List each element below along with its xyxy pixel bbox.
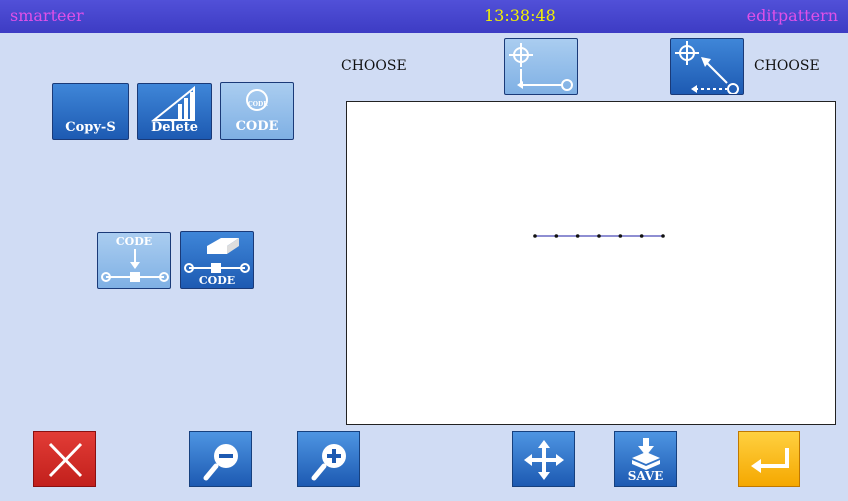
choose-start-icon — [509, 43, 573, 91]
stitch-point — [554, 234, 559, 238]
choose-right-label: CHOOSE — [754, 58, 820, 74]
pattern-drawing — [533, 234, 665, 238]
insert-code-button[interactable]: CODE — [97, 232, 171, 289]
stitch-point — [618, 234, 623, 238]
stitch-point — [533, 234, 537, 238]
enter-button[interactable] — [738, 431, 800, 487]
delete-label: Delete — [150, 120, 199, 135]
zoom-out-icon — [203, 444, 238, 481]
copy-s-label: Copy-S — [65, 120, 116, 135]
code-disc-text: CODE — [248, 101, 268, 108]
code-label: CODE — [235, 119, 279, 134]
zoom-in-button[interactable] — [297, 431, 360, 487]
copy-s-button[interactable]: Copy-S — [52, 83, 129, 140]
code-button[interactable]: CODE CODE — [220, 82, 294, 140]
stitch-point — [575, 234, 580, 238]
clock: 13:38:48 — [484, 6, 556, 25]
choose-end-button[interactable] — [670, 38, 744, 95]
zoom-out-button[interactable] — [189, 431, 252, 487]
edit-code-button[interactable]: CODE — [180, 231, 254, 289]
title-bar: smarteer 13:38:48 editpattern — [0, 0, 848, 33]
move-arrows-icon — [524, 440, 564, 480]
choose-start-button[interactable] — [504, 38, 578, 95]
stitch-point — [597, 234, 601, 238]
pattern-canvas[interactable] — [346, 101, 836, 425]
close-icon — [48, 442, 83, 478]
enter-icon — [751, 448, 789, 473]
cancel-button[interactable] — [33, 431, 96, 487]
move-button[interactable] — [512, 431, 575, 487]
choose-end-icon — [675, 41, 739, 94]
edit-code-label: CODE — [198, 274, 236, 287]
code-disc-icon: CODE — [246, 89, 268, 111]
stitch-point — [661, 234, 665, 238]
stitch-point — [639, 234, 644, 238]
zoom-in-icon — [311, 444, 346, 481]
choose-left-label: CHOOSE — [341, 58, 407, 74]
save-label: SAVE — [627, 469, 664, 483]
app-name: smarteer — [10, 6, 84, 25]
mode-label: editpattern — [746, 6, 838, 25]
save-button[interactable]: SAVE — [614, 431, 677, 487]
delete-button[interactable]: Delete — [137, 83, 212, 140]
insert-code-icon — [101, 249, 169, 282]
